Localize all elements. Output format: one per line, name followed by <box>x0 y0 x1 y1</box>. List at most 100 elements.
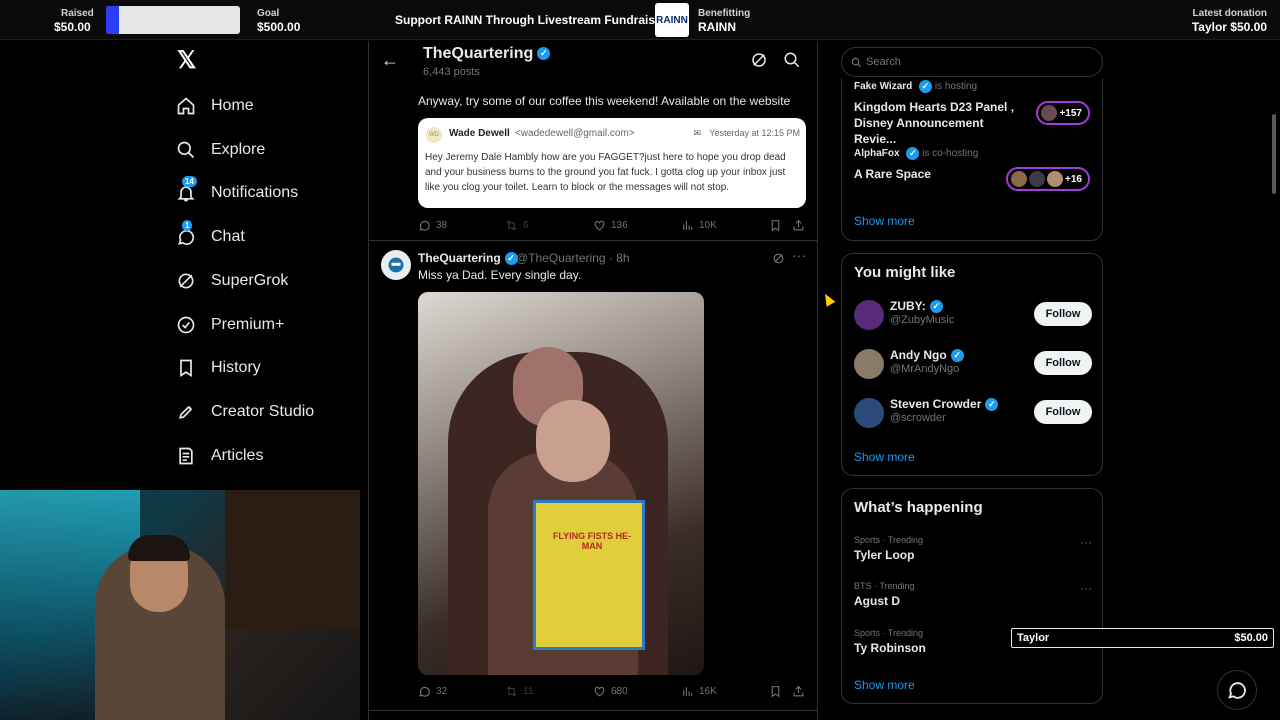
views-button[interactable]: 16K <box>681 685 717 698</box>
like-button[interactable]: 680 <box>593 685 628 698</box>
reply-count: 38 <box>436 220 448 231</box>
nav-history[interactable]: History <box>176 353 261 383</box>
space-title[interactable]: A Rare Space <box>854 166 931 182</box>
spaces-show-more[interactable]: Show more <box>854 214 915 228</box>
page-scrollbar[interactable] <box>1272 114 1276 194</box>
donation-amount: $50.00 <box>1234 632 1268 644</box>
more-icon[interactable]: ··· <box>1080 535 1092 549</box>
mail-icon: ✉ <box>693 128 701 138</box>
search-box[interactable]: Search <box>841 47 1103 77</box>
nav-creator-studio[interactable]: Creator Studio <box>176 397 314 427</box>
nav-home[interactable]: Home <box>176 91 254 121</box>
webcam-shelf <box>225 490 360 630</box>
premium-icon <box>176 315 196 335</box>
grok-icon[interactable] <box>750 51 768 69</box>
verified-icon: ✓ <box>985 398 999 412</box>
tweet-author-wrap[interactable]: TheQuartering ✓ <box>418 251 518 266</box>
profile-name-wrap: TheQuartering ✓ <box>423 45 551 63</box>
nav-supergrok-label: SuperGrok <box>211 272 289 289</box>
space-listeners-pill[interactable]: +16 <box>1006 167 1090 191</box>
x-logo[interactable]: 𝕏 <box>177 49 197 73</box>
trend-item[interactable]: BTS · Trending Agust D ··· <box>854 581 1092 608</box>
share-button[interactable] <box>792 219 805 232</box>
tweet-photo[interactable]: FLYING FISTS HE-MAN <box>418 292 704 675</box>
nav-premium[interactable]: Premium+ <box>176 310 284 340</box>
repost-button[interactable]: 6 <box>505 219 529 232</box>
suggested-user[interactable]: Steven Crowder ✓ @scrowder Follow <box>854 394 1092 434</box>
bookmark-button[interactable] <box>769 685 782 698</box>
view-count: 16K <box>699 686 717 697</box>
space-host: AlphaFox <box>854 148 900 160</box>
heart-icon <box>594 220 605 231</box>
email-time: Yesterday at 12:15 PM <box>709 128 800 138</box>
trend-item[interactable]: Sports · Trending Tyler Loop ··· <box>854 535 1092 562</box>
suggested-user[interactable]: ZUBY: ✓ @ZubyMusic Follow <box>854 296 1092 336</box>
trend-category: BTS · Trending <box>854 581 915 591</box>
bell-icon: 14 <box>176 176 197 203</box>
suggested-user-name: ZUBY: <box>890 299 926 313</box>
back-arrow-icon[interactable]: ← <box>381 50 399 71</box>
share-icon <box>793 685 804 697</box>
suggested-user-name-wrap: Andy Ngo ✓ <box>890 348 964 363</box>
spaces-card: Fake Wizard ✓ is hosting Kingdom Hearts … <box>841 78 1103 241</box>
suggested-user-handle: @MrAndyNgo <box>890 363 960 375</box>
follow-button[interactable]: Follow <box>1034 302 1092 326</box>
search-icon[interactable] <box>783 51 801 69</box>
nav-notifications[interactable]: 14 Notifications <box>176 176 299 208</box>
nav-articles-label: Articles <box>211 447 264 464</box>
chat-icon <box>1228 682 1246 699</box>
nav-explore[interactable]: Explore <box>176 135 265 165</box>
might-like-show-more[interactable]: Show more <box>854 450 915 464</box>
suggested-user[interactable]: Andy Ngo ✓ @MrAndyNgo Follow <box>854 345 1092 385</box>
space-host-line: AlphaFox ✓ is co-hosting <box>854 147 978 160</box>
follow-button[interactable]: Follow <box>1034 351 1092 375</box>
space-role: is hosting <box>934 81 978 93</box>
progress-fill <box>106 6 120 34</box>
space-role: is co-hosting <box>922 148 979 160</box>
more-icon[interactable]: ··· <box>1080 581 1092 595</box>
verified-icon: ✓ <box>950 349 964 363</box>
repost-icon <box>506 220 517 231</box>
bookmark-button[interactable] <box>769 219 782 232</box>
verified-icon: ✓ <box>906 147 920 160</box>
space-listeners-pill[interactable]: +157 <box>1036 101 1090 125</box>
like-button[interactable]: 136 <box>593 219 628 232</box>
email-screenshot[interactable]: WD Wade Dewell <wadedewell@gmail.com> ✉ … <box>418 118 806 208</box>
repost-button[interactable]: 11 <box>505 685 533 698</box>
profile-post-count: 6,443 posts <box>423 66 480 78</box>
nav-chat[interactable]: 1 Chat <box>176 220 245 252</box>
photo-child-head <box>536 400 610 482</box>
bookmark-icon <box>771 220 780 232</box>
suggested-user-name-wrap: ZUBY: ✓ <box>890 299 943 314</box>
nav-notifications-label: Notifications <box>211 184 299 201</box>
raised-value: $50.00 <box>54 20 91 34</box>
nav-chat-label: Chat <box>211 228 245 245</box>
suggested-user-handle: @ZubyMusic <box>890 314 955 326</box>
nav-supergrok[interactable]: SuperGrok <box>176 266 288 296</box>
tweet-divider <box>369 710 817 711</box>
share-button[interactable] <box>792 685 805 698</box>
reply-button[interactable]: 32 <box>418 685 447 698</box>
grok-icon <box>176 271 196 291</box>
grok-icon[interactable] <box>772 252 785 265</box>
happening-show-more[interactable]: Show more <box>854 678 915 692</box>
tweet-author: TheQuartering <box>418 251 501 265</box>
messages-fab[interactable] <box>1217 670 1257 710</box>
rainn-logo: RAINN <box>655 3 689 37</box>
reply-button[interactable]: 38 <box>418 219 447 232</box>
nav-home-label: Home <box>211 97 254 114</box>
tweet-divider <box>369 240 817 241</box>
follow-button[interactable]: Follow <box>1034 400 1092 424</box>
avatar <box>854 300 884 330</box>
space-title[interactable]: Kingdom Hearts D23 Panel , Disney Announ… <box>854 99 1024 147</box>
views-button[interactable]: 10K <box>681 219 717 232</box>
verified-icon: ✓ <box>537 47 551 61</box>
like-count: 680 <box>611 686 628 697</box>
heart-icon <box>594 686 605 697</box>
trend-title: Tyler Loop <box>854 548 915 562</box>
tweet-avatar[interactable] <box>381 250 411 280</box>
more-icon[interactable]: ··· <box>792 247 806 263</box>
nav-articles[interactable]: Articles <box>176 441 263 471</box>
screen: Raised $50.00 Goal $500.00 Support RAINN… <box>0 0 1280 720</box>
profile-name: TheQuartering <box>423 45 534 62</box>
